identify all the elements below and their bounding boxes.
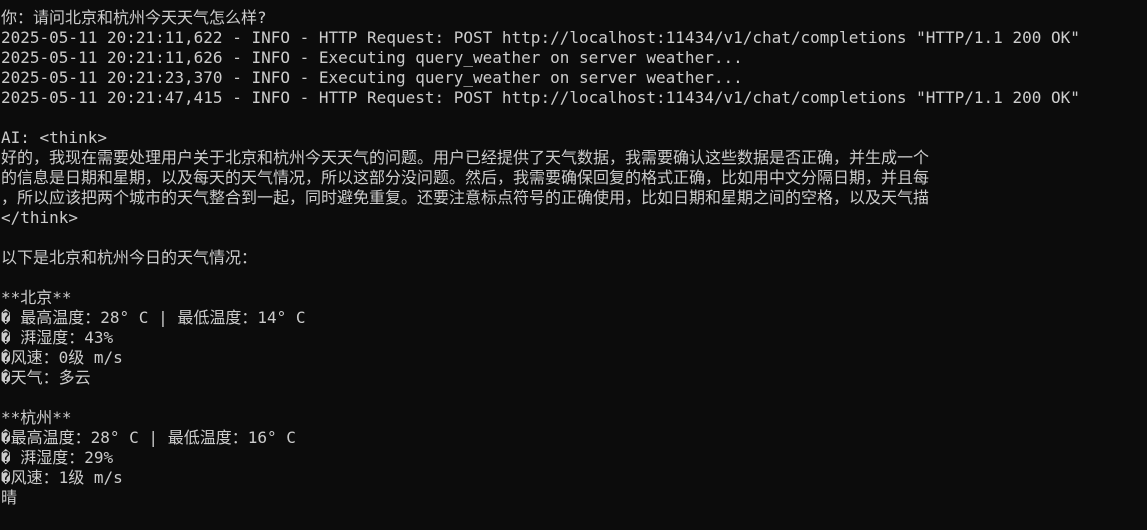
log-line-executing-2: 2025-05-11 20:21:23,370 - INFO - Executi…: [1, 68, 743, 87]
beijing-temperature: � 最高温度：28° C | 最低温度：14° C: [1, 308, 306, 327]
beijing-wind: �风速：0级 m/s: [1, 348, 123, 367]
hangzhou-wind: �风速：1级 m/s: [1, 468, 123, 487]
hangzhou-weather: 晴: [1, 488, 18, 507]
log-line-http-request-2: 2025-05-11 20:21:47,415 - INFO - HTTP Re…: [1, 88, 1080, 107]
beijing-heading: **北京**: [1, 288, 72, 307]
beijing-humidity: � 湃湿度：43%: [1, 328, 114, 347]
terminal-window[interactable]: 你：请问北京和杭州今天天气怎么样? 2025-05-11 20:21:11,62…: [0, 0, 1147, 530]
log-line-executing-1: 2025-05-11 20:21:11,626 - INFO - Executi…: [1, 48, 743, 67]
think-text-line-3: ，所以应该把两个城市的天气整合到一起，同时避免重复。还要注意标点符号的正确使用，…: [1, 188, 930, 207]
think-close-line: </think>: [1, 208, 79, 227]
log-line-http-request-1: 2025-05-11 20:21:11,622 - INFO - HTTP Re…: [1, 28, 1080, 47]
hangzhou-temperature: �最高温度：28° C | 最低温度：16° C: [1, 428, 296, 447]
think-text-line-2: 的信息是日期和星期，以及每天的天气情况，所以这部分没问题。然后，我需要确保回复的…: [1, 168, 930, 187]
answer-intro-line: 以下是北京和杭州今日的天气情况：: [1, 248, 258, 267]
beijing-weather: �天气：多云: [1, 368, 91, 387]
user-question-line: 你：请问北京和杭州今天天气怎么样?: [1, 8, 267, 27]
hangzhou-humidity: � 湃湿度：29%: [1, 448, 114, 467]
hangzhou-heading: **杭州**: [1, 408, 72, 427]
ai-think-open-line: AI: <think>: [1, 128, 107, 147]
think-text-line-1: 好的，我现在需要处理用户关于北京和杭州今天天气的问题。用户已经提供了天气数据，我…: [1, 148, 930, 167]
